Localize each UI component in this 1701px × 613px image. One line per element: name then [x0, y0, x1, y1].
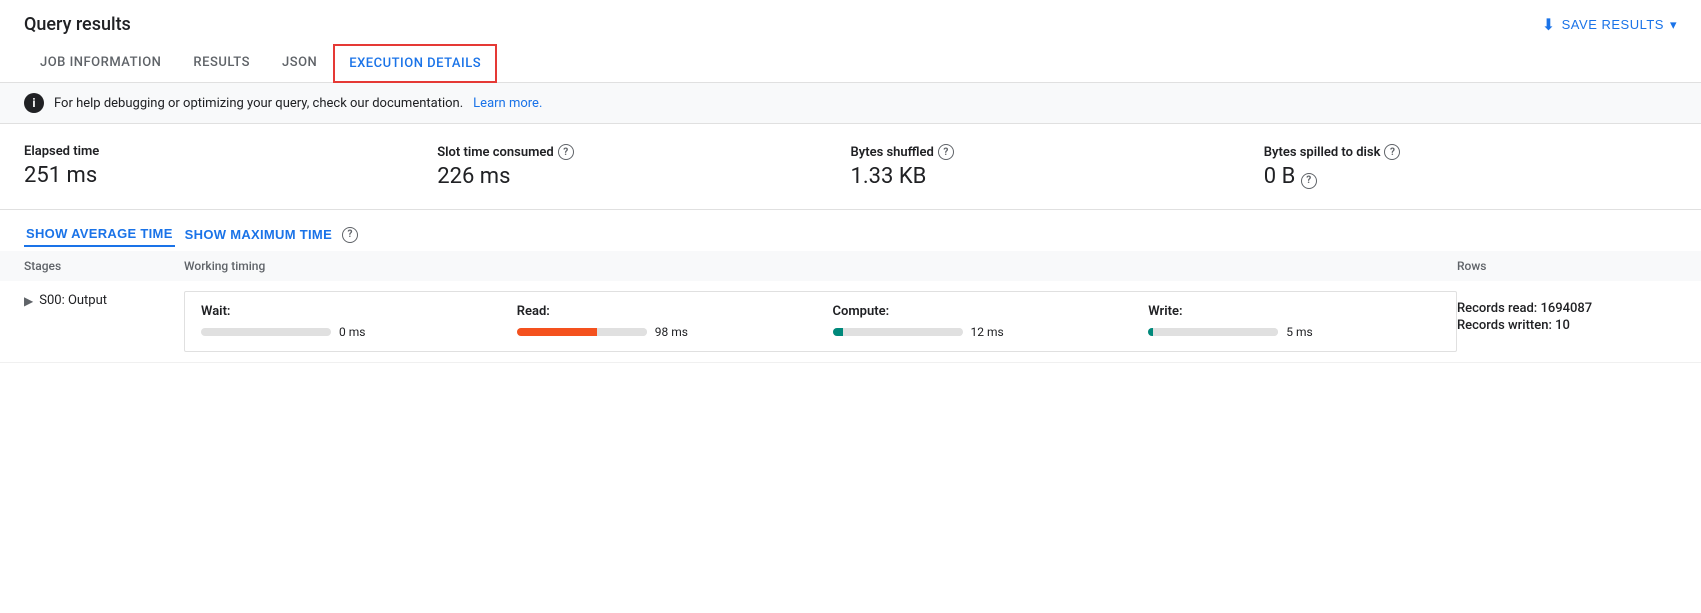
rows-col-header: Rows — [1457, 259, 1677, 273]
compute-bar-row: 12 ms — [833, 325, 1125, 339]
rows-info: Records read: 1694087 Records written: 1… — [1457, 291, 1677, 335]
wait-bar — [201, 328, 331, 336]
timing-write: Write: 5 ms — [1148, 304, 1440, 339]
metric-bytes-spilled-label: Bytes spilled to disk ? — [1264, 144, 1653, 160]
read-bar-row: 98 ms — [517, 325, 809, 339]
metric-bytes-spilled: Bytes spilled to disk ? 0 B ? — [1264, 144, 1677, 189]
write-bar — [1148, 328, 1278, 336]
info-bar: i For help debugging or optimizing your … — [0, 83, 1701, 124]
tab-results[interactable]: RESULTS — [177, 43, 266, 82]
wait-bar-row: 0 ms — [201, 325, 493, 339]
metric-bytes-shuffled-value: 1.33 KB — [851, 164, 1240, 189]
compute-bar — [833, 328, 963, 336]
metric-elapsed-label: Elapsed time — [24, 144, 413, 159]
header: Query results ⬇ SAVE RESULTS ▾ — [0, 0, 1701, 35]
tab-execution-details[interactable]: EXECUTION DETAILS — [333, 44, 497, 83]
timing-area: Wait: 0 ms Read: — [184, 291, 1457, 352]
write-value: 5 ms — [1286, 325, 1312, 339]
save-results-button[interactable]: ⬇ SAVE RESULTS ▾ — [1542, 15, 1677, 35]
page-title: Query results — [24, 14, 131, 35]
metrics-row: Elapsed time 251 ms Slot time consumed ?… — [0, 124, 1701, 210]
stage-name: ▶ S00: Output — [24, 291, 184, 308]
metric-slot-time: Slot time consumed ? 226 ms — [437, 144, 850, 189]
metric-slot-value: 226 ms — [437, 164, 826, 189]
chevron-right-icon[interactable]: ▶ — [24, 294, 33, 308]
tab-json[interactable]: JSON — [266, 43, 333, 82]
bytes-spilled-value-help-icon[interactable]: ? — [1301, 173, 1317, 189]
info-message: For help debugging or optimizing your qu… — [54, 96, 463, 111]
tabs-bar: JOB INFORMATION RESULTS JSON EXECUTION D… — [0, 43, 1701, 83]
timing-compute: Compute: 12 ms — [833, 304, 1125, 339]
table-row: ▶ S00: Output Wait: 0 ms Read: — [0, 281, 1701, 363]
metric-bytes-spilled-value: 0 B ? — [1264, 164, 1653, 189]
records-read: Records read: 1694087 — [1457, 301, 1677, 316]
wait-value: 0 ms — [339, 325, 365, 339]
show-maximum-time-button[interactable]: SHOW MAXIMUM TIME — [183, 223, 334, 246]
stages-col-header: Stages — [24, 259, 184, 273]
read-bar — [517, 328, 647, 336]
stages-header: Stages Working timing Rows — [0, 251, 1701, 281]
learn-more-link[interactable]: Learn more. — [473, 96, 542, 111]
metric-elapsed-value: 251 ms — [24, 163, 413, 188]
tab-job-information[interactable]: JOB INFORMATION — [24, 43, 177, 82]
records-written: Records written: 10 — [1457, 318, 1677, 333]
write-bar-row: 5 ms — [1148, 325, 1440, 339]
metric-elapsed-time: Elapsed time 251 ms — [24, 144, 437, 189]
show-average-time-button[interactable]: SHOW AVERAGE TIME — [24, 222, 175, 247]
page-container: Query results ⬇ SAVE RESULTS ▾ JOB INFOR… — [0, 0, 1701, 363]
info-icon: i — [24, 93, 44, 113]
bytes-shuffled-help-icon[interactable]: ? — [938, 144, 954, 160]
download-icon: ⬇ — [1542, 15, 1556, 35]
metric-bytes-shuffled: Bytes shuffled ? 1.33 KB — [851, 144, 1264, 189]
time-buttons: SHOW AVERAGE TIME SHOW MAXIMUM TIME ? — [0, 210, 1701, 247]
chevron-down-icon: ▾ — [1670, 17, 1677, 33]
metric-slot-label: Slot time consumed ? — [437, 144, 826, 160]
timing-wait: Wait: 0 ms — [201, 304, 493, 339]
bytes-spilled-help-icon[interactable]: ? — [1384, 144, 1400, 160]
timing-read: Read: 98 ms — [517, 304, 809, 339]
compute-value: 12 ms — [971, 325, 1004, 339]
timing-grid: Wait: 0 ms Read: — [184, 291, 1457, 352]
metric-bytes-shuffled-label: Bytes shuffled ? — [851, 144, 1240, 160]
read-value: 98 ms — [655, 325, 688, 339]
timing-col-header: Working timing — [184, 259, 1457, 273]
time-help-icon[interactable]: ? — [342, 227, 358, 243]
slot-help-icon[interactable]: ? — [558, 144, 574, 160]
